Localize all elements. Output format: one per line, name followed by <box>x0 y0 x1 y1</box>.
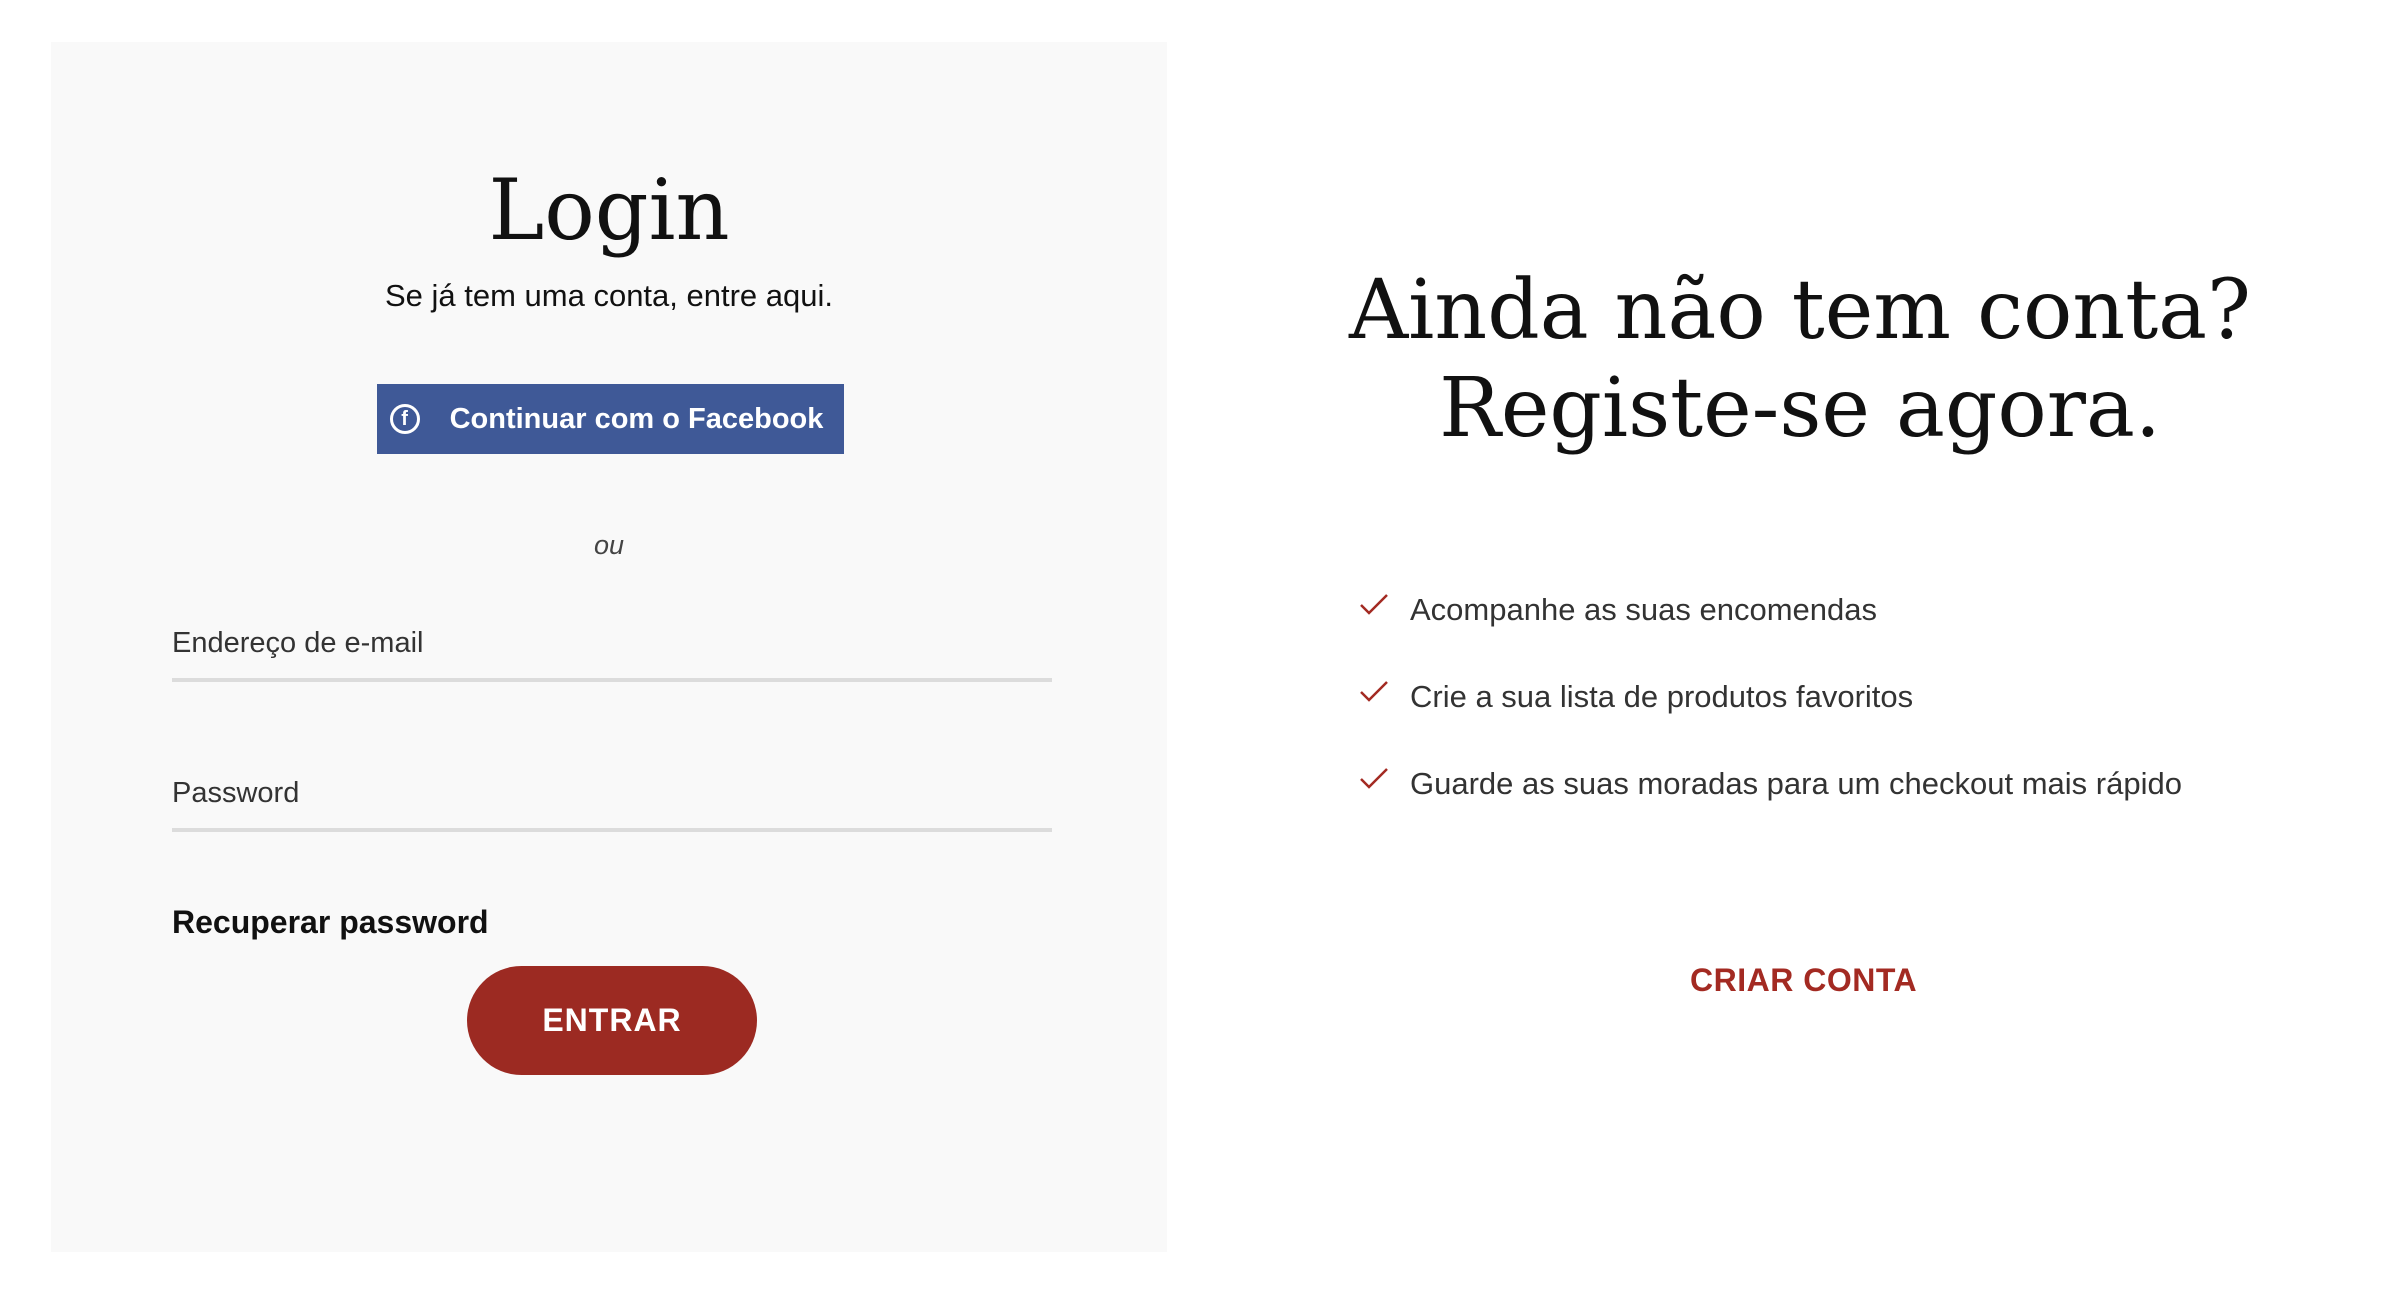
benefit-text: Acompanhe as suas encomendas <box>1410 592 1878 627</box>
login-title: Login <box>488 161 730 259</box>
register-title-line2: Registe-se agora. <box>1439 361 2161 456</box>
create-account-link[interactable]: CRIAR CONTA <box>1690 962 1917 999</box>
password-field-wrapper <box>172 754 1052 832</box>
facebook-login-button[interactable]: f Continuar com o Facebook <box>377 384 844 454</box>
email-field[interactable] <box>172 627 1052 660</box>
benefit-text: Guarde as suas moradas para um checkout … <box>1410 766 2182 801</box>
or-separator: ou <box>593 530 625 560</box>
benefit-text: Crie a sua lista de produtos favoritos <box>1410 679 1914 714</box>
benefit-item: Crie a sua lista de produtos favoritos <box>1358 675 2182 719</box>
register-title-line1: Ainda não tem conta? <box>1348 263 2252 358</box>
login-panel: Login Se já tem uma conta, entre aqui. f… <box>51 42 1167 1252</box>
benefit-item: Guarde as suas moradas para um checkout … <box>1358 762 2182 806</box>
check-icon <box>1360 768 1388 789</box>
recover-password-link[interactable]: Recuperar password <box>172 904 489 941</box>
login-subtitle: Se já tem uma conta, entre aqui. <box>384 278 834 313</box>
password-field[interactable] <box>172 777 1052 810</box>
check-icon <box>1360 681 1388 702</box>
benefits-list: Acompanhe as suas encomendas Crie a sua … <box>1358 588 2182 849</box>
login-submit-button[interactable]: ENTRAR <box>467 966 757 1075</box>
facebook-login-label: Continuar com o Facebook <box>449 402 824 435</box>
register-title: Ainda não tem conta? Registe-se agora. <box>1290 262 2310 458</box>
check-icon <box>1360 594 1388 615</box>
facebook-icon: f <box>389 404 420 434</box>
email-field-wrapper <box>172 604 1052 682</box>
benefit-item: Acompanhe as suas encomendas <box>1358 588 2182 632</box>
